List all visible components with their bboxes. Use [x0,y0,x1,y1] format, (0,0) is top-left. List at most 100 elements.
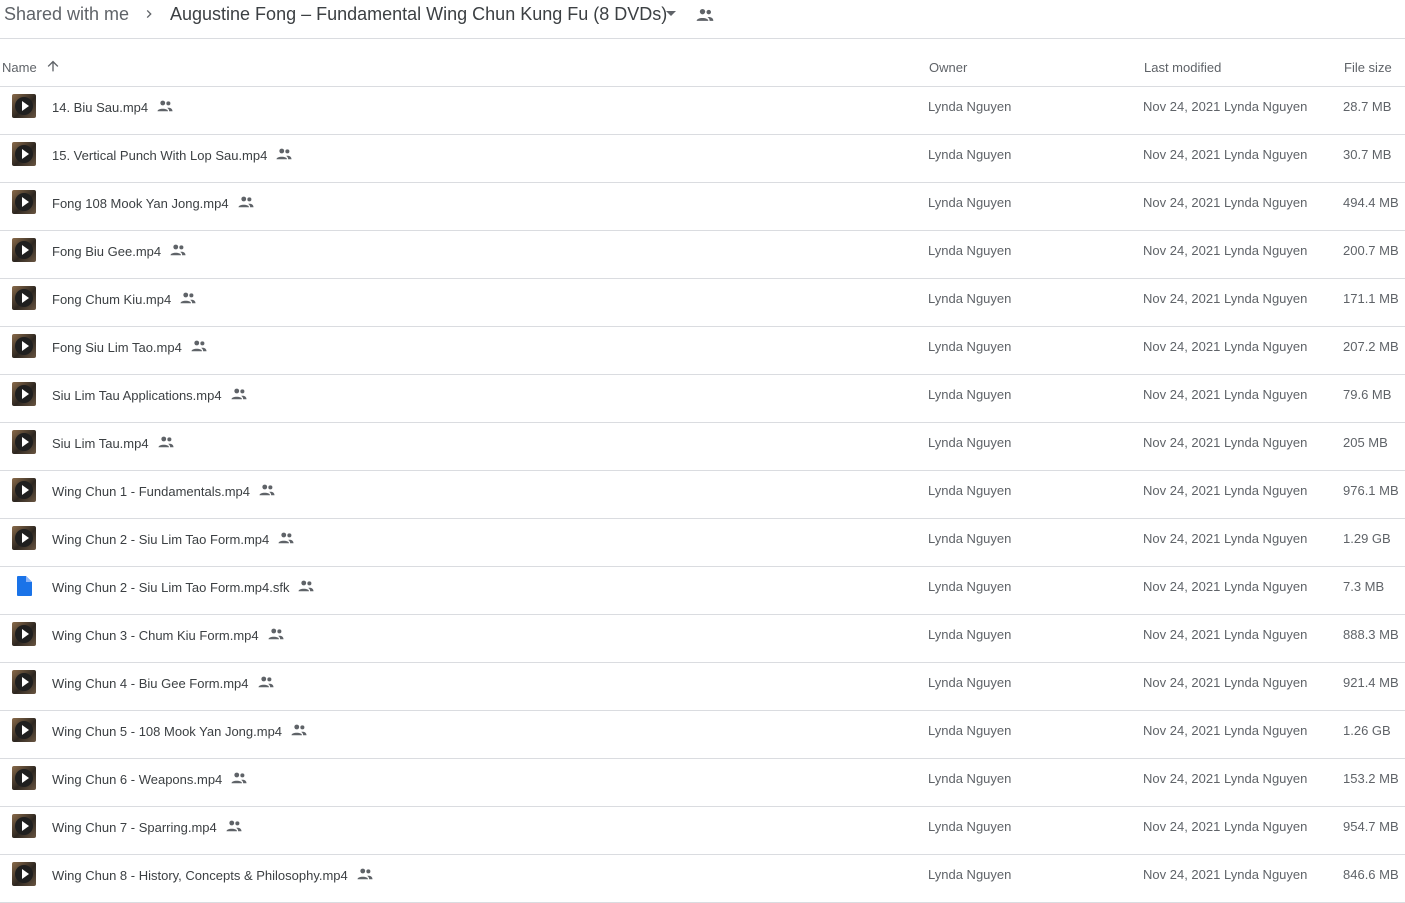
breadcrumb-current-folder[interactable]: Augustine Fong – Fundamental Wing Chun K… [170,4,667,25]
file-name: Fong Siu Lim Tao.mp4 [52,340,182,355]
file-row[interactable]: Wing Chun 2 - Siu Lim Tao Form.mp4.sfk Ly… [0,567,1405,615]
file-name-cell[interactable]: Fong 108 Mook Yan Jong.mp4 [52,196,255,211]
file-name-cell[interactable]: Wing Chun 7 - Sparring.mp4 [52,820,243,835]
file-owner: Lynda Nguyen [928,387,1012,402]
file-modified-date: Nov 24, 2021 [1143,291,1221,306]
video-thumbnail-icon [12,142,36,166]
file-owner: Lynda Nguyen [928,435,1012,450]
file-modified-by: Lynda Nguyen [1224,579,1308,594]
file-row[interactable]: Wing Chun 7 - Sparring.mp4 Lynda Nguyen No… [0,807,1405,855]
video-thumbnail-icon [12,238,36,262]
file-row[interactable]: Wing Chun 8 - History, Concepts & Philos… [0,855,1405,903]
file-type-icon [12,238,36,262]
file-name-cell[interactable]: Siu Lim Tau.mp4 [52,436,175,451]
file-modified-date: Nov 24, 2021 [1143,579,1221,594]
file-type-icon [12,382,36,406]
column-header-last-modified[interactable]: Last modified [1144,60,1221,75]
shared-people-icon [277,532,295,544]
file-name: Siu Lim Tau.mp4 [52,436,149,451]
play-icon [15,481,33,499]
file-name-cell[interactable]: Wing Chun 4 - Biu Gee Form.mp4 [52,676,275,691]
file-modified-by: Lynda Nguyen [1224,99,1308,114]
video-thumbnail-icon [12,862,36,886]
file-row[interactable]: Siu Lim Tau.mp4 Lynda Nguyen Nov 24, 2021 L… [0,423,1405,471]
file-modified-date: Nov 24, 2021 [1143,195,1221,210]
file-modified-by: Lynda Nguyen [1224,339,1308,354]
video-thumbnail-icon [12,766,36,790]
shared-people-icon [230,388,248,400]
file-row[interactable]: Wing Chun 2 - Siu Lim Tao Form.mp4 Lynda … [0,519,1405,567]
file-row[interactable]: Fong Chum Kiu.mp4 Lynda Nguyen Nov 24, 202… [0,279,1405,327]
column-header-row: Name Owner Last modified File size [0,39,1405,87]
file-name-cell[interactable]: Wing Chun 2 - Siu Lim Tao Form.mp4 [52,532,295,547]
file-size: 954.7 MB [1343,819,1399,834]
video-thumbnail-icon [12,622,36,646]
file-name-cell[interactable]: Siu Lim Tau Applications.mp4 [52,388,248,403]
file-owner: Lynda Nguyen [928,627,1012,642]
file-type-icon [12,718,36,742]
file-name-cell[interactable]: Wing Chun 8 - History, Concepts & Philos… [52,868,374,883]
file-name: Wing Chun 2 - Siu Lim Tao Form.mp4 [52,532,270,547]
file-modified-by: Lynda Nguyen [1224,867,1308,882]
file-row[interactable]: Siu Lim Tau Applications.mp4 Lynda Nguyen… [0,375,1405,423]
file-owner: Lynda Nguyen [928,147,1012,162]
file-name-cell[interactable]: 15. Vertical Punch With Lop Sau.mp4 [52,148,293,163]
file-name-cell[interactable]: Wing Chun 5 - 108 Mook Yan Jong.mp4 [52,724,308,739]
shared-people-icon [290,724,308,736]
file-modified-by: Lynda Nguyen [1224,147,1308,162]
file-name: Fong Chum Kiu.mp4 [52,292,172,307]
file-row[interactable]: 14. Biu Sau.mp4 Lynda Nguyen Nov 24, 2021 L… [0,87,1405,135]
file-size: 494.4 MB [1343,195,1399,210]
file-row[interactable]: Wing Chun 1 - Fundamentals.mp4 Lynda Nguy… [0,471,1405,519]
column-header-file-size[interactable]: File size [1344,60,1392,75]
video-thumbnail-icon [12,190,36,214]
sort-ascending-icon[interactable] [45,58,61,74]
file-modified-by: Lynda Nguyen [1224,291,1308,306]
file-size: 153.2 MB [1343,771,1399,786]
file-modified-by: Lynda Nguyen [1224,243,1308,258]
file-modified-date: Nov 24, 2021 [1143,531,1221,546]
shared-people-icon [169,244,187,256]
column-header-name[interactable]: Name [2,60,37,75]
file-name-cell[interactable]: Fong Biu Gee.mp4 [52,244,187,259]
file-name-cell[interactable]: 14. Biu Sau.mp4 [52,100,174,115]
file-name-cell[interactable]: Wing Chun 3 - Chum Kiu Form.mp4 [52,628,285,643]
file-owner: Lynda Nguyen [928,579,1012,594]
file-type-icon [12,334,36,358]
file-row[interactable]: Wing Chun 6 - Weapons.mp4 Lynda Nguyen Nov… [0,759,1405,807]
file-row[interactable]: Wing Chun 3 - Chum Kiu Form.mp4 Lynda Ngu… [0,615,1405,663]
play-icon [15,241,33,259]
file-modified-date: Nov 24, 2021 [1143,723,1221,738]
document-icon [17,576,32,596]
file-size: 1.26 GB [1343,723,1391,738]
file-name: Wing Chun 8 - History, Concepts & Philos… [52,868,348,883]
video-thumbnail-icon [12,94,36,118]
file-list: 14. Biu Sau.mp4 Lynda Nguyen Nov 24, 2021 L… [0,87,1405,903]
file-type-icon [12,814,36,838]
file-name-cell[interactable]: Fong Chum Kiu.mp4 [52,292,197,307]
play-icon [15,289,33,307]
play-icon [15,673,33,691]
file-modified-date: Nov 24, 2021 [1143,387,1221,402]
file-row[interactable]: Wing Chun 5 - 108 Mook Yan Jong.mp4 Lynda… [0,711,1405,759]
file-name-cell[interactable]: Wing Chun 1 - Fundamentals.mp4 [52,484,276,499]
file-name: Wing Chun 6 - Weapons.mp4 [52,772,223,787]
file-row[interactable]: Fong 108 Mook Yan Jong.mp4 Lynda Nguyen No… [0,183,1405,231]
play-icon [15,97,33,115]
file-name-cell[interactable]: Fong Siu Lim Tao.mp4 [52,340,208,355]
file-modified-by: Lynda Nguyen [1224,195,1308,210]
breadcrumb: Shared with me Augustine Fong – Fundamen… [0,0,1405,39]
video-thumbnail-icon [12,430,36,454]
breadcrumb-shared-with-me[interactable]: Shared with me [4,4,129,25]
file-name-cell[interactable]: Wing Chun 2 - Siu Lim Tao Form.mp4.sfk [52,580,315,595]
file-name: Siu Lim Tau Applications.mp4 [52,388,222,403]
file-modified-by: Lynda Nguyen [1224,435,1308,450]
dropdown-arrow-icon[interactable] [664,9,678,19]
column-header-owner[interactable]: Owner [929,60,967,75]
file-row[interactable]: Fong Biu Gee.mp4 Lynda Nguyen Nov 24, 2021… [0,231,1405,279]
shared-people-icon [356,868,374,880]
file-row[interactable]: Wing Chun 4 - Biu Gee Form.mp4 Lynda Nguy… [0,663,1405,711]
file-name-cell[interactable]: Wing Chun 6 - Weapons.mp4 [52,772,248,787]
file-row[interactable]: Fong Siu Lim Tao.mp4 Lynda Nguyen Nov 24, … [0,327,1405,375]
file-row[interactable]: 15. Vertical Punch With Lop Sau.mp4 Lynda… [0,135,1405,183]
